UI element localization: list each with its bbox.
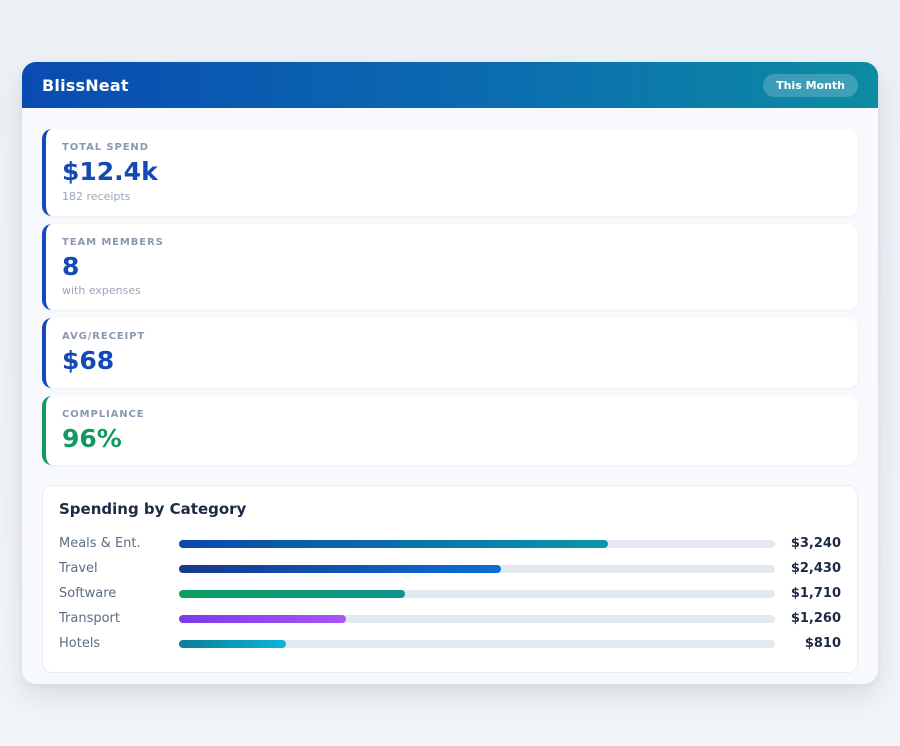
stat-subtitle: with expenses [62,284,842,297]
category-bar-fill [179,590,405,598]
stat-card-team-members: TEAM MEMBERS 8 with expenses [42,224,858,311]
category-label: Hotels [59,636,179,651]
app-header: BlissNeat This Month [22,62,878,108]
category-bar-track [179,640,775,648]
spending-panel: Spending by Category Meals & Ent. $3,240… [42,485,858,673]
panel-title: Spending by Category [59,500,841,518]
category-bar-fill [179,615,346,623]
app-window: BlissNeat This Month TOTAL SPEND $12.4k … [22,62,878,684]
category-label: Meals & Ent. [59,536,179,551]
stat-label: TEAM MEMBERS [62,237,842,248]
stat-value: 96% [62,425,842,453]
category-value: $1,710 [775,586,841,601]
stat-label: COMPLIANCE [62,409,842,420]
category-bar-track [179,540,775,548]
category-row: Travel $2,430 [59,556,841,581]
category-value: $810 [775,636,841,651]
category-label: Software [59,586,179,601]
category-row: Transport $1,260 [59,606,841,631]
stat-subtitle: 182 receipts [62,190,842,203]
category-label: Transport [59,611,179,626]
category-row: Meals & Ent. $3,240 [59,531,841,556]
category-row: Software $1,710 [59,581,841,606]
this-month-badge[interactable]: This Month [763,74,858,97]
stat-label: AVG/RECEIPT [62,331,842,342]
stat-card-compliance: COMPLIANCE 96% [42,396,858,466]
category-value: $2,430 [775,561,841,576]
stat-card-total-spend: TOTAL SPEND $12.4k 182 receipts [42,129,858,216]
category-bar-track [179,590,775,598]
category-bar-fill [179,640,286,648]
stat-value: $68 [62,347,842,375]
stat-label: TOTAL SPEND [62,142,842,153]
category-bar-track [179,615,775,623]
category-bar-fill [179,540,608,548]
category-value: $3,240 [775,536,841,551]
category-bar-track [179,565,775,573]
category-value: $1,260 [775,611,841,626]
app-title: BlissNeat [42,76,129,95]
stat-value: 8 [62,253,842,281]
category-bar-fill [179,565,501,573]
category-chart: Meals & Ent. $3,240 Travel $2,430 Softwa… [59,531,841,656]
stat-card-avg-receipt: AVG/RECEIPT $68 [42,318,858,388]
stats-section: TOTAL SPEND $12.4k 182 receipts TEAM MEM… [22,108,878,465]
category-row: Hotels $810 [59,631,841,656]
stat-value: $12.4k [62,158,842,186]
category-label: Travel [59,561,179,576]
